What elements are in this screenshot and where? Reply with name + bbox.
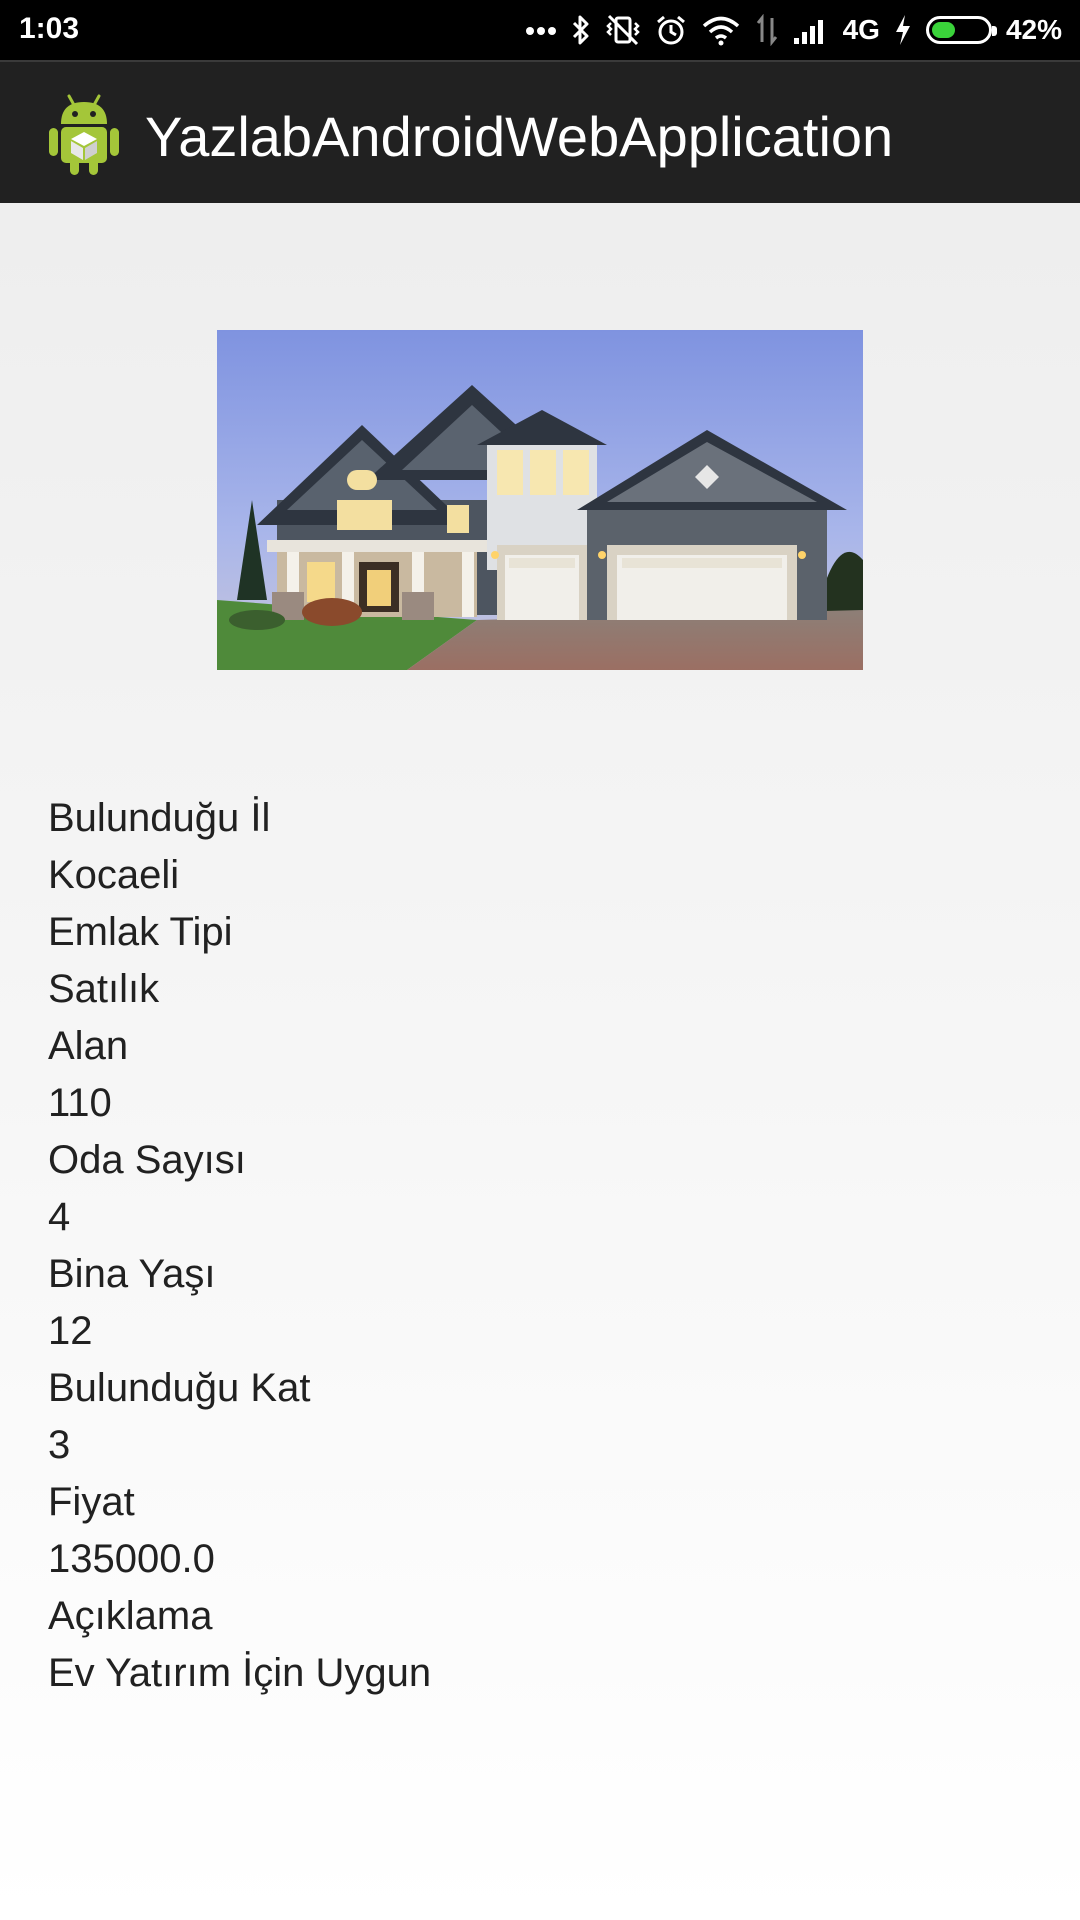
alarm-icon: [655, 10, 687, 50]
data-arrows-icon: [755, 10, 779, 50]
detail-label: Fiyat: [48, 1480, 135, 1524]
bluetooth-icon: [571, 10, 591, 50]
detail-value: 12: [48, 1309, 93, 1353]
detail-value: Satılık: [48, 967, 160, 1011]
status-time: 1:03: [19, 12, 80, 45]
app-bar: YazlabAndroidWebApplication: [0, 60, 1080, 203]
detail-value: Kocaeli: [48, 853, 180, 897]
detail-label: Bulunduğu İl: [48, 796, 271, 840]
detail-label: Emlak Tipi: [48, 910, 233, 954]
detail-label: Açıklama: [48, 1594, 213, 1638]
status-icons: 4G 42%: [525, 10, 1062, 50]
vibrate-off-icon: [605, 10, 641, 50]
signal-icon: [793, 10, 829, 50]
detail-label: Bina Yaşı: [48, 1252, 216, 1296]
wifi-icon: [701, 10, 741, 50]
battery-fill: [931, 22, 955, 38]
android-app-icon[interactable]: [47, 92, 121, 176]
detail-value: 3: [48, 1423, 71, 1467]
detail-label: Alan: [48, 1024, 129, 1068]
detail-value: Ev Yatırım İçin Uygun: [48, 1651, 432, 1695]
detail-value: 135000.0: [48, 1537, 215, 1581]
more-icon: [525, 10, 557, 50]
detail-label: Oda Sayısı: [48, 1138, 246, 1182]
detail-value: 110: [48, 1081, 112, 1125]
battery-percent: 42%: [1005, 14, 1062, 45]
detail-value: 4: [48, 1195, 71, 1239]
status-bar: 1:03 4G 42%: [0, 0, 1080, 60]
detail-label: Bulunduğu Kat: [48, 1366, 311, 1410]
charging-icon: [894, 10, 912, 50]
property-details: Bulunduğu İl Kocaeli Emlak Tipi Satılık …: [48, 790, 1028, 1702]
app-title: YazlabAndroidWebApplication: [145, 105, 894, 168]
battery-icon: [925, 10, 997, 50]
network-type: 4G: [842, 14, 880, 45]
house-photo: [217, 330, 863, 670]
